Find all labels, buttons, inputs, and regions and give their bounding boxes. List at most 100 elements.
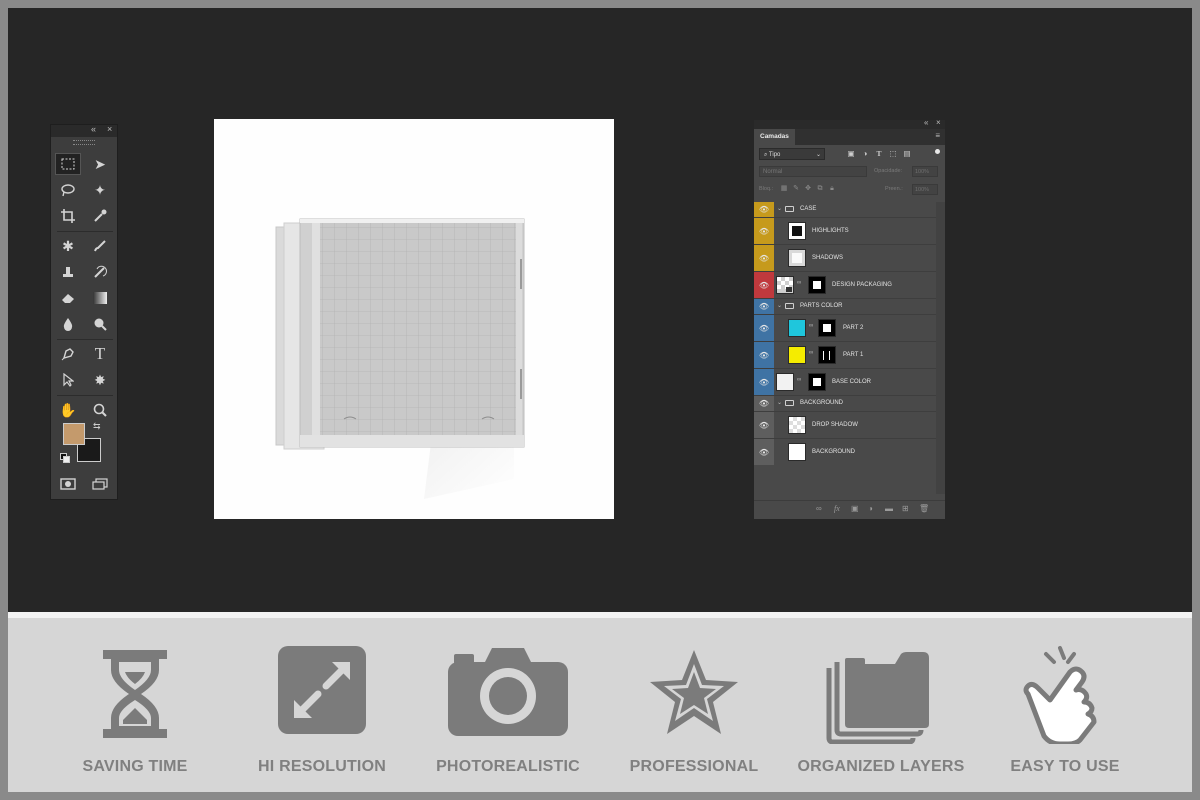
filter-adjustment-icon[interactable]: ◑ <box>860 149 870 158</box>
camera-icon <box>448 648 568 736</box>
link-layers-icon[interactable]: ∞ <box>816 504 822 513</box>
star-icon <box>650 650 738 734</box>
magic-wand-icon[interactable]: ✦ <box>87 179 113 201</box>
link-icon[interactable]: ∞ <box>797 377 801 383</box>
add-mask-icon[interactable]: ▣ <box>851 504 859 513</box>
eye-icon[interactable]: 👁︎ <box>754 218 774 244</box>
type-tool-icon[interactable]: T <box>87 343 113 365</box>
close-icon[interactable]: × <box>936 120 941 127</box>
layer-base-color[interactable]: 👁︎ ∞ BASE COLOR <box>754 369 937 396</box>
eye-icon[interactable]: 👁︎ <box>754 342 774 368</box>
delete-layer-icon[interactable]: 🗑︎ <box>919 504 929 513</box>
custom-shape-icon[interactable]: ✸ <box>87 369 113 391</box>
fill-field[interactable]: 100% <box>912 184 938 195</box>
tools-panel-header: « × <box>51 124 117 137</box>
lock-row: Bloq.: ▦ ✎ ✥ ⧉ 🔒︎ Preen.: 100% <box>754 181 945 199</box>
layer-part-1[interactable]: 👁︎ ∞ PART 1 <box>754 342 937 369</box>
lock-transparent-icon[interactable]: ▦ <box>780 184 788 193</box>
document-canvas[interactable] <box>214 119 614 519</box>
layer-mask-thumbnail <box>808 276 826 294</box>
move-tool-icon[interactable]: ➤ <box>87 153 113 175</box>
panel-grip[interactable] <box>73 140 95 145</box>
clone-stamp-icon[interactable] <box>55 261 81 283</box>
screen-mode-icon[interactable] <box>87 473 113 495</box>
blur-tool-icon[interactable] <box>55 313 81 335</box>
new-layer-icon[interactable]: ⊞ <box>902 504 909 513</box>
gradient-tool-icon[interactable] <box>87 287 113 309</box>
layer-shadows[interactable]: 👁︎ SHADOWS <box>754 245 937 272</box>
filter-shape-icon[interactable]: ⬚ <box>888 149 898 158</box>
tools-panel: « × ➤ ✦ ✱ T ✸ ✋ ⇆ <box>50 124 118 500</box>
adjustment-layer-icon[interactable]: ◑ <box>868 504 873 513</box>
layers-scrollbar[interactable] <box>936 202 945 494</box>
filter-toggle-icon[interactable] <box>935 149 940 154</box>
filter-smart-object-icon[interactable]: ▤ <box>902 149 912 158</box>
hand-tool-icon[interactable]: ✋ <box>55 399 81 421</box>
dodge-tool-icon[interactable] <box>87 313 113 335</box>
history-brush-icon[interactable] <box>87 261 113 283</box>
layer-name: HIGHLIGHTS <box>812 228 849 234</box>
layer-highlights[interactable]: 👁︎ HIGHLIGHTS <box>754 218 937 245</box>
panel-menu-icon[interactable]: ≡ <box>935 131 940 140</box>
folder-icon <box>785 400 794 406</box>
folder-icon <box>785 303 794 309</box>
layer-filter-select[interactable]: ⌕ Tipo ⌄ <box>759 148 825 160</box>
layer-part-2[interactable]: 👁︎ ∞ PART 2 <box>754 315 937 342</box>
pointer-hand-icon <box>1023 646 1097 744</box>
lasso-tool-icon[interactable] <box>55 179 81 201</box>
blend-row: Normal Opacidade: 100% <box>754 163 945 181</box>
eye-icon[interactable]: 👁︎ <box>754 396 774 411</box>
collapse-icon[interactable]: « <box>91 124 96 134</box>
link-icon[interactable]: ∞ <box>809 323 813 329</box>
lock-artboard-icon[interactable]: ⧉ <box>816 184 824 193</box>
chevron-down-icon[interactable]: ⌄ <box>777 399 782 406</box>
eye-icon[interactable]: 👁︎ <box>754 315 774 341</box>
collapse-icon[interactable]: « <box>924 120 928 127</box>
layer-name: DROP SHADOW <box>812 422 858 428</box>
marquee-tool-icon[interactable] <box>55 153 81 175</box>
tab-layers[interactable]: Camadas <box>754 129 795 145</box>
eye-icon[interactable]: 👁︎ <box>754 299 774 314</box>
eye-icon[interactable]: 👁︎ <box>754 412 774 438</box>
eye-icon[interactable]: 👁︎ <box>754 369 774 395</box>
lock-position-icon[interactable]: ✥ <box>804 184 812 193</box>
link-icon[interactable]: ∞ <box>797 280 801 286</box>
eraser-icon[interactable] <box>55 287 81 309</box>
hourglass-icon <box>103 650 167 738</box>
filter-type-icon[interactable]: T <box>874 149 884 158</box>
lock-all-icon[interactable]: 🔒︎ <box>828 184 836 193</box>
eye-icon[interactable]: 👁︎ <box>754 439 774 465</box>
healing-brush-icon[interactable]: ✱ <box>55 235 81 257</box>
layer-thumbnail <box>788 222 806 240</box>
layer-group-background[interactable]: 👁︎ ⌄ BACKGROUND <box>754 396 937 412</box>
filter-pixel-icon[interactable]: ▣ <box>846 149 856 158</box>
layer-design-packaging[interactable]: 👁︎ ∞ DESIGN PACKAGING <box>754 272 937 299</box>
default-colors-icon[interactable] <box>60 453 70 463</box>
pen-tool-icon[interactable] <box>55 343 81 365</box>
layer-group-parts-color[interactable]: 👁︎ ⌄ PARTS COLOR <box>754 299 937 315</box>
eye-icon[interactable]: 👁︎ <box>754 272 774 298</box>
close-icon[interactable]: × <box>107 124 112 134</box>
brush-tool-icon[interactable] <box>87 235 113 257</box>
layer-group-case[interactable]: 👁︎ ⌄ CASE <box>754 202 937 218</box>
layer-drop-shadow[interactable]: 👁︎ DROP SHADOW <box>754 412 937 439</box>
swap-colors-icon[interactable]: ⇆ <box>93 421 101 432</box>
lock-image-icon[interactable]: ✎ <box>792 184 800 193</box>
zoom-tool-icon[interactable] <box>87 399 113 421</box>
foreground-color-swatch[interactable] <box>63 423 85 445</box>
blend-mode-select[interactable]: Normal <box>759 166 867 177</box>
eye-icon[interactable]: 👁︎ <box>754 202 774 217</box>
crop-tool-icon[interactable] <box>55 205 81 227</box>
new-group-icon[interactable]: ▬ <box>885 504 893 513</box>
path-selection-icon[interactable] <box>55 369 81 391</box>
eye-icon[interactable]: 👁︎ <box>754 245 774 271</box>
chevron-down-icon[interactable]: ⌄ <box>777 205 782 212</box>
link-icon[interactable]: ∞ <box>809 350 813 356</box>
layer-background[interactable]: 👁︎ BACKGROUND <box>754 439 937 465</box>
chevron-down-icon[interactable]: ⌄ <box>777 302 782 309</box>
opacity-label: Opacidade: <box>874 168 903 174</box>
quick-mask-icon[interactable] <box>55 473 81 495</box>
eyedropper-icon[interactable] <box>87 205 113 227</box>
fx-icon[interactable]: fx <box>834 504 840 513</box>
opacity-field[interactable]: 100% <box>912 166 938 177</box>
